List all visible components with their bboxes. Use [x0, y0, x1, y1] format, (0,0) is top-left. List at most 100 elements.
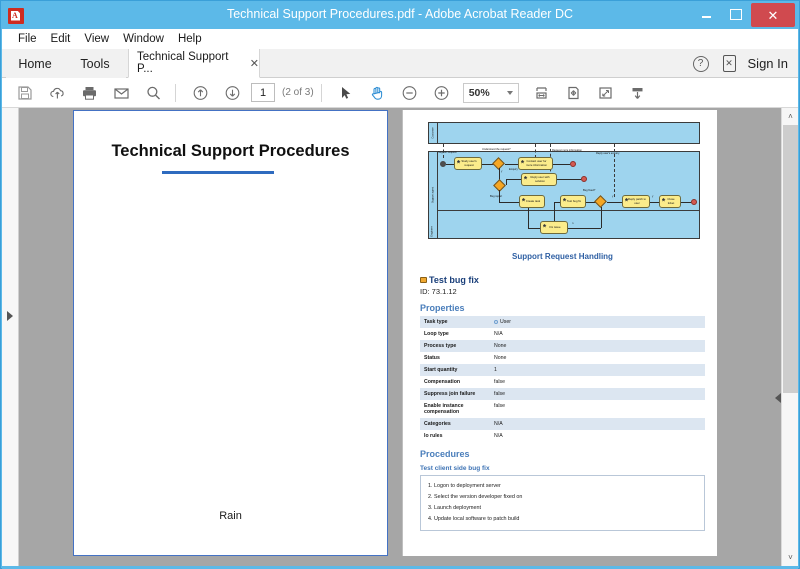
left-navigation-rail[interactable] [2, 108, 19, 566]
scroll-mode-icon[interactable] [623, 79, 653, 107]
search-icon[interactable] [138, 79, 168, 107]
connector [506, 179, 507, 185]
main-toolbar: 1 (2 of 3) 50% [2, 78, 798, 108]
upload-to-cloud-icon[interactable] [42, 79, 72, 107]
hand-tool-icon[interactable] [363, 79, 393, 107]
full-screen-icon[interactable] [591, 79, 621, 107]
edge-label-bug-report: Bug report [490, 195, 502, 198]
page-1-title: Technical Support Procedures [74, 142, 387, 161]
tab-strip: Home Tools Technical Support P... ✕ ? ✕ … [2, 49, 798, 78]
pdf-app-icon [8, 8, 24, 24]
task-reply-patch: Reply patch to user [622, 195, 650, 208]
previous-page-icon[interactable] [185, 79, 215, 107]
pages-container[interactable]: Technical Support Procedures Rain Custom… [19, 108, 780, 566]
procedure-title: Test client side bug fix [420, 465, 705, 472]
element-heading: Test bug fix [420, 275, 705, 285]
edge-label-y3: y [652, 195, 653, 198]
connector [528, 228, 540, 229]
property-value: None [494, 352, 705, 364]
property-value: N/A [494, 430, 705, 442]
tab-document[interactable]: Technical Support P... ✕ [128, 49, 260, 78]
menu-view[interactable]: View [77, 31, 116, 47]
tab-document-label: Technical Support P... [137, 51, 245, 75]
menu-bar: File Edit View Window Help [2, 29, 798, 49]
email-icon[interactable] [106, 79, 136, 107]
toolbar-separator-2 [321, 84, 322, 102]
right-panel-collapse-icon[interactable] [775, 393, 781, 403]
task-icon [420, 277, 427, 283]
zoom-out-icon[interactable] [395, 79, 425, 107]
scroll-down-icon[interactable]: ˅ [782, 549, 798, 566]
property-value: User [494, 316, 705, 328]
procedure-step: 4. Update local software to patch build [421, 514, 704, 525]
print-icon[interactable] [74, 79, 104, 107]
task-contact-user: Contact user for more information [518, 157, 553, 170]
element-title: Test bug fix [429, 275, 479, 285]
lane-divider [438, 210, 699, 211]
menu-file[interactable]: File [11, 31, 44, 47]
select-cursor-icon[interactable] [331, 79, 361, 107]
tab-close-icon[interactable]: ✕ [250, 57, 259, 70]
maximize-button[interactable] [721, 4, 751, 24]
next-page-icon[interactable] [217, 79, 247, 107]
left-panel-expand-icon[interactable] [7, 311, 13, 321]
save-icon[interactable] [10, 79, 40, 107]
diagram-lane-customer: Customer [428, 122, 700, 144]
procedure-steps-box: 1. Logon to deployment server 2. Select … [420, 475, 705, 531]
property-name: Loop type [420, 328, 494, 340]
table-row: Compensation false [420, 376, 705, 388]
tab-home[interactable]: Home [6, 49, 64, 78]
property-value: N/A [494, 328, 705, 340]
menu-edit[interactable]: Edit [44, 31, 78, 47]
property-name: Suppress join failure [420, 388, 494, 400]
connector [601, 207, 602, 228]
task-reply-solution: Reply user with solution [521, 173, 557, 186]
table-row: Categories N/A [420, 418, 705, 430]
edge-label-understood: Understood the request? [482, 148, 511, 151]
fit-page-icon[interactable] [559, 79, 589, 107]
edge-label-reply-enquiry: Reply user's enquiry [596, 152, 619, 155]
lane-header-engineer: Engineer [431, 215, 434, 249]
zoom-in-icon[interactable] [427, 79, 457, 107]
scroll-up-icon[interactable]: ˄ [782, 108, 798, 125]
minimize-button[interactable] [691, 4, 721, 24]
menu-window[interactable]: Window [116, 31, 171, 47]
page-number-input[interactable]: 1 [251, 83, 275, 102]
vertical-scrollbar-thumb[interactable] [783, 125, 798, 393]
vertical-scrollbar[interactable]: ˄ ˅ [781, 108, 798, 566]
connector [557, 179, 581, 180]
table-row: Loop type N/A [420, 328, 705, 340]
zoom-level-value: 50% [469, 87, 490, 99]
menu-help[interactable]: Help [171, 31, 209, 47]
edge-label-support-request: Support request [438, 151, 456, 154]
page-1-footer-text: Rain [74, 510, 387, 522]
message-flow-2 [535, 144, 536, 158]
property-name: Start quantity [420, 364, 494, 376]
mobile-link-icon[interactable]: ✕ [723, 55, 736, 72]
table-row: Status None [420, 352, 705, 364]
task-test-bug-fix: Test bug fix [560, 195, 586, 208]
connector [553, 164, 570, 165]
help-icon[interactable]: ? [693, 56, 709, 72]
properties-heading: Properties [420, 303, 705, 313]
property-name: Compensation [420, 376, 494, 388]
tab-tools[interactable]: Tools [64, 49, 126, 78]
sign-in-button[interactable]: Sign In [748, 56, 788, 71]
connector [650, 202, 659, 203]
edge-label-n: n [572, 222, 573, 225]
title-bar: Technical Support Procedures.pdf - Adobe… [1, 1, 799, 29]
page-count-label: (2 of 3) [282, 87, 314, 98]
end-event-request-info [570, 161, 576, 167]
close-button[interactable]: ✕ [751, 3, 795, 27]
edge-label-bug-fixed: Bug fixed? [583, 189, 595, 192]
property-value: 1 [494, 364, 705, 376]
connector [681, 202, 691, 203]
property-value: false [494, 388, 705, 400]
property-name: Categories [420, 418, 494, 430]
connector [505, 164, 518, 165]
connector [506, 179, 521, 180]
table-row: Io rules N/A [420, 430, 705, 442]
zoom-level-select[interactable]: 50% [463, 83, 519, 103]
document-viewport: Technical Support Procedures Rain Custom… [2, 108, 798, 566]
fit-width-icon[interactable] [527, 79, 557, 107]
